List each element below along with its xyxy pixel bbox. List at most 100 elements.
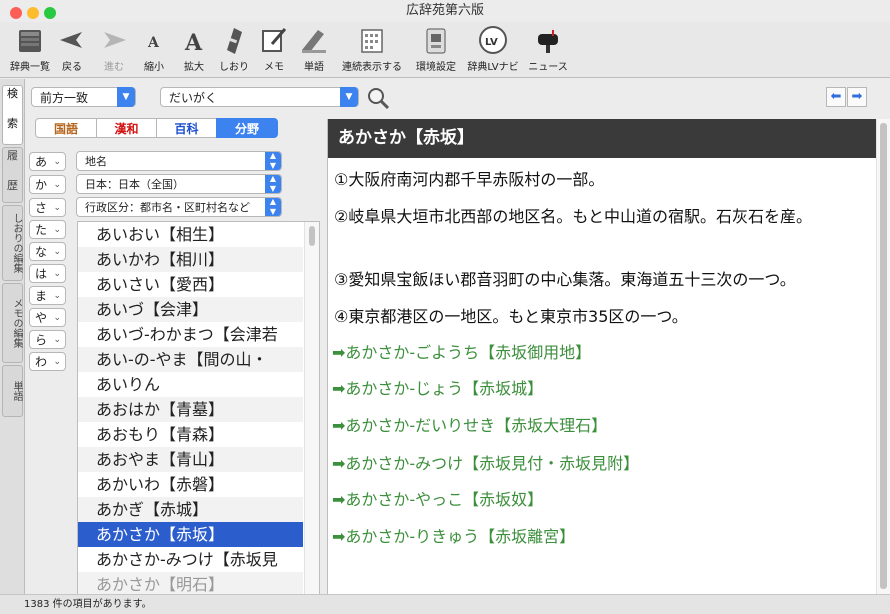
definition-2: ②岐阜県大垣市北西部の地区名。もと中山道の宿駅。石灰石を産。 bbox=[334, 207, 813, 226]
list-item[interactable]: あかさか【明石】 bbox=[78, 572, 303, 595]
previous-entry-button[interactable]: ⬅ bbox=[826, 87, 846, 107]
svg-text:LV: LV bbox=[485, 37, 498, 48]
font-larger-icon: A bbox=[178, 24, 210, 56]
list-item[interactable]: あい-の-やま【間の山・ bbox=[78, 347, 303, 372]
related-link-label: あかさか-じょう【赤坂城】 bbox=[345, 379, 544, 398]
list-item[interactable]: あいづ【会津】 bbox=[78, 297, 303, 322]
forward-button[interactable]: 進む bbox=[98, 22, 130, 73]
tab-history-char-2: 歴 bbox=[7, 179, 18, 192]
list-scrollbar[interactable] bbox=[304, 222, 319, 595]
related-link[interactable]: ➡あかさか-だいりせき【赤坂大理石】 bbox=[332, 414, 607, 438]
kana-label: わ bbox=[35, 355, 48, 369]
font-smaller-icon: A bbox=[138, 24, 170, 56]
related-link[interactable]: ➡あかさか-やっこ【赤坂奴】 bbox=[332, 488, 543, 512]
list-item[interactable]: あかさか-みつけ【赤坂見 bbox=[78, 547, 303, 572]
updown-chevron-icon: ▲ ▼ bbox=[265, 152, 281, 170]
side-tabs: 検索 履歴 しおりの編集 メモの編集 単語 bbox=[0, 79, 25, 594]
filter-category-select[interactable]: 地名 ▲ ▼ bbox=[76, 151, 282, 171]
kana-select-ra[interactable]: ら ⌄ bbox=[29, 330, 66, 349]
list-item[interactable]: あいづ-わかまつ【会津若 bbox=[78, 322, 303, 347]
preferences-icon bbox=[420, 24, 452, 56]
preferences-button[interactable]: 環境設定 bbox=[414, 22, 458, 73]
dictionary-list-button[interactable]: 辞典一覧 bbox=[8, 22, 52, 73]
tab-memo-edit-label: メモの編集 bbox=[11, 298, 22, 348]
related-link[interactable]: ➡あかさか-じょう【赤坂城】 bbox=[332, 377, 543, 401]
tab-memo-edit[interactable]: メモの編集 bbox=[2, 283, 23, 363]
kana-select-ka[interactable]: か ⌄ bbox=[29, 175, 66, 194]
magnifier-icon bbox=[368, 88, 390, 110]
related-link[interactable]: ➡あかさか-ごようち【赤坂御用地】 bbox=[332, 341, 591, 365]
svg-text:A: A bbox=[184, 30, 203, 56]
tab-kokugo[interactable]: 国語 bbox=[35, 118, 97, 138]
search-button[interactable] bbox=[366, 86, 390, 110]
left-arrow-icon: ⬅ bbox=[830, 89, 842, 104]
list-item[interactable]: あいさい【愛西】 bbox=[78, 272, 303, 297]
list-item[interactable]: あおはか【青墓】 bbox=[78, 397, 303, 422]
kana-label: あ bbox=[35, 155, 48, 169]
scroll-thumb[interactable] bbox=[309, 226, 315, 246]
status-bar: 1383 件の項目があります。 bbox=[0, 594, 890, 614]
kana-select-ha[interactable]: は ⌄ bbox=[29, 264, 66, 283]
tab-bookmark-edit[interactable]: しおりの編集 bbox=[2, 205, 23, 281]
lv-navi-button[interactable]: LV 辞典LVナビ bbox=[466, 22, 520, 73]
title-bar: 広辞苑第六版 bbox=[0, 0, 890, 22]
close-window-button[interactable] bbox=[10, 7, 22, 19]
bookmark-button[interactable]: しおり bbox=[217, 22, 251, 73]
tab-kanwa[interactable]: 漢和 bbox=[96, 118, 157, 138]
search-input[interactable]: だいがく ▼ bbox=[160, 87, 359, 107]
word-list[interactable]: あいおい【相生】 あいかわ【相川】 あいさい【愛西】 あいづ【会津】 あいづ-わ… bbox=[77, 221, 320, 596]
word-button[interactable]: 単語 bbox=[298, 22, 330, 73]
chevron-down-icon: ⌄ bbox=[53, 313, 61, 323]
tab-words-label: 単語 bbox=[11, 381, 22, 401]
window-title: 広辞苑第六版 bbox=[405, 3, 484, 18]
search-mode-select[interactable]: 前方一致 ▼ bbox=[31, 87, 136, 107]
article-pane: あかさか【赤坂】 ①大阪府南河内郡千早赤阪村の一部。 ②岐阜県大垣市北西部の地区… bbox=[327, 119, 877, 594]
list-item[interactable]: あいおい【相生】 bbox=[78, 222, 303, 247]
kana-select-ma[interactable]: ま ⌄ bbox=[29, 286, 66, 305]
chevron-down-icon: ⌄ bbox=[53, 203, 61, 213]
kana-select-a[interactable]: あ ⌄ bbox=[29, 152, 66, 171]
list-item[interactable]: あいりん bbox=[78, 372, 303, 397]
kana-select-sa[interactable]: さ ⌄ bbox=[29, 198, 66, 217]
font-smaller-button[interactable]: A 縮小 bbox=[138, 22, 170, 73]
right-arrow-icon: ➡ bbox=[851, 89, 863, 104]
chevron-down-icon: ⌄ bbox=[53, 269, 61, 279]
news-button[interactable]: ニュース bbox=[526, 22, 570, 73]
filter-region-select[interactable]: 日本：日本（全国） ▲ ▼ bbox=[76, 174, 282, 194]
list-item[interactable]: あおやま【青山】 bbox=[78, 447, 303, 472]
continuous-view-button[interactable]: 連続表示する bbox=[340, 22, 404, 73]
back-button[interactable]: 戻る bbox=[56, 22, 88, 73]
memo-button[interactable]: メモ bbox=[258, 22, 290, 73]
related-link[interactable]: ➡あかさか-みつけ【赤坂見付・赤坂見附】 bbox=[332, 452, 639, 476]
list-item[interactable]: あかぎ【赤城】 bbox=[78, 497, 303, 522]
article-scrollbar[interactable] bbox=[876, 119, 890, 594]
scroll-thumb[interactable] bbox=[880, 123, 887, 589]
filter-subcategory-select[interactable]: 行政区分：都市名・区町村名など ▲ ▼ bbox=[76, 197, 282, 217]
filter-value: 日本：日本（全国） bbox=[85, 178, 184, 191]
forward-arrow-icon bbox=[98, 24, 130, 56]
tab-search[interactable]: 検索 bbox=[2, 85, 23, 145]
related-link[interactable]: ➡あかさか-りきゅう【赤坂離宮】 bbox=[332, 525, 575, 549]
related-link-label: あかさか-やっこ【赤坂奴】 bbox=[345, 490, 544, 509]
list-item[interactable]: あかいわ【赤磐】 bbox=[78, 472, 303, 497]
kana-select-ta[interactable]: た ⌄ bbox=[29, 220, 66, 239]
chevron-down-icon: ▼ bbox=[117, 87, 135, 107]
chevron-down-icon: ▼ bbox=[340, 87, 358, 107]
kana-select-na[interactable]: な ⌄ bbox=[29, 242, 66, 261]
related-link-label: あかさか-みつけ【赤坂見付・赤坂見附】 bbox=[345, 454, 640, 473]
list-item[interactable]: あおもり【青森】 bbox=[78, 422, 303, 447]
font-larger-button[interactable]: A 拡大 bbox=[178, 22, 210, 73]
kana-select-wa[interactable]: わ ⌄ bbox=[29, 352, 66, 371]
kana-select-ya[interactable]: や ⌄ bbox=[29, 308, 66, 327]
tab-history[interactable]: 履歴 bbox=[2, 147, 23, 203]
kana-label: ら bbox=[35, 333, 48, 347]
tab-hyakka[interactable]: 百科 bbox=[156, 118, 217, 138]
next-entry-button[interactable]: ➡ bbox=[847, 87, 867, 107]
tab-bunya[interactable]: 分野 bbox=[216, 118, 278, 138]
list-item[interactable]: あいかわ【相川】 bbox=[78, 247, 303, 272]
kana-label: は bbox=[35, 267, 48, 281]
list-item-selected[interactable]: あかさか【赤坂】 bbox=[78, 522, 303, 547]
zoom-window-button[interactable] bbox=[44, 7, 56, 19]
minimize-window-button[interactable] bbox=[27, 7, 39, 19]
tab-words[interactable]: 単語 bbox=[2, 365, 23, 417]
